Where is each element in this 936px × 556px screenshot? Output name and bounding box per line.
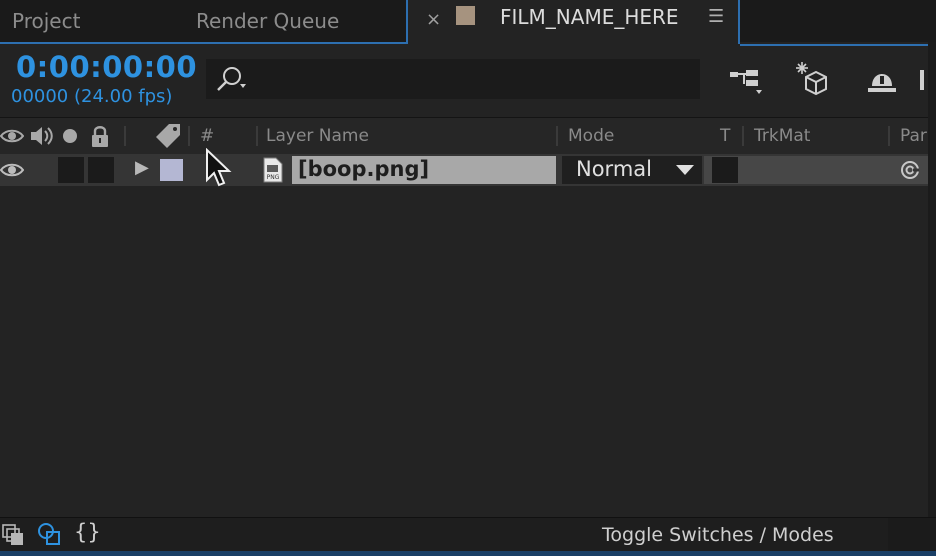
column-divider[interactable] <box>124 126 126 146</box>
png-file-icon-text: PNG <box>267 174 280 181</box>
search-input[interactable] <box>206 59 700 99</box>
current-time-display[interactable]: 0:00:00:00 <box>16 50 197 84</box>
column-header-number[interactable]: # <box>200 126 214 146</box>
png-file-icon: PNG <box>263 157 283 183</box>
parent-pickwhip-icon[interactable] <box>899 159 921 181</box>
expand-layer-icon[interactable]: ▶ <box>135 157 149 178</box>
column-header-t[interactable]: T <box>720 126 730 146</box>
blend-mode-value: Normal <box>576 157 652 181</box>
speaker-icon[interactable] <box>29 125 55 147</box>
frame-count-display: 00000 (24.00 fps) <box>11 86 173 107</box>
tab-render-queue-label: Render Queue <box>196 9 340 33</box>
preserve-transparency-switch[interactable] <box>712 157 738 183</box>
close-icon[interactable]: × <box>426 9 441 30</box>
layer-label-color[interactable] <box>160 159 183 181</box>
solo-icon[interactable] <box>62 128 78 144</box>
transfer-controls-icon[interactable] <box>37 522 61 546</box>
lock-switch[interactable] <box>88 157 114 183</box>
draft-3d-icon[interactable] <box>794 60 830 96</box>
column-header-mode[interactable]: Mode <box>568 126 614 146</box>
tab-composition[interactable]: × FILM_NAME_HERE ☰ <box>406 0 740 44</box>
eye-icon[interactable] <box>0 126 24 146</box>
layer-name-label: [boop.png] <box>298 157 430 181</box>
timeline-footer: {} Toggle Switches / Modes <box>0 517 936 552</box>
expression-braces-icon[interactable]: {} <box>74 520 101 544</box>
column-divider[interactable] <box>742 126 744 146</box>
comp-mini-flowchart-icon[interactable] <box>2 524 24 546</box>
footer-scroll-area[interactable] <box>888 518 936 552</box>
comp-color-swatch <box>456 6 475 25</box>
mouse-cursor-icon <box>206 148 232 187</box>
comp-flowchart-icon[interactable] <box>728 60 764 96</box>
column-divider[interactable] <box>188 126 190 146</box>
column-divider[interactable] <box>256 126 258 146</box>
column-divider[interactable] <box>888 126 890 146</box>
layer-column-header: # Layer Name Mode T TrkMat Par <box>0 117 928 155</box>
layer-visibility-eye-icon[interactable] <box>0 160 24 180</box>
column-header-parent[interactable]: Par <box>900 126 927 146</box>
tab-bar-empty <box>740 0 936 46</box>
panel-menu-icon[interactable]: ☰ <box>708 6 724 27</box>
column-divider[interactable] <box>556 126 558 146</box>
lock-icon[interactable] <box>90 124 110 148</box>
column-header-trkmat[interactable]: TrkMat <box>754 126 810 146</box>
shy-layers-icon[interactable] <box>864 60 900 96</box>
tab-project[interactable]: Project <box>0 0 180 44</box>
frame-blending-icon[interactable] <box>918 60 928 96</box>
toggle-switches-modes-button[interactable]: Toggle Switches / Modes <box>602 524 834 546</box>
vertical-scrollbar[interactable] <box>928 42 936 522</box>
tab-render-queue[interactable]: Render Queue <box>180 0 406 44</box>
solo-switch[interactable] <box>58 157 84 183</box>
chevron-down-icon[interactable] <box>676 165 694 175</box>
tab-composition-label: FILM_NAME_HERE <box>500 5 679 29</box>
label-tag-icon[interactable] <box>155 123 181 149</box>
column-header-layer-name[interactable]: Layer Name <box>266 126 369 146</box>
tab-project-label: Project <box>12 9 81 33</box>
search-icon[interactable] <box>214 64 246 94</box>
layer-row[interactable]: ▶ PNG [boop.png] Normal <box>0 154 928 186</box>
panel-bottom-border <box>0 551 936 556</box>
